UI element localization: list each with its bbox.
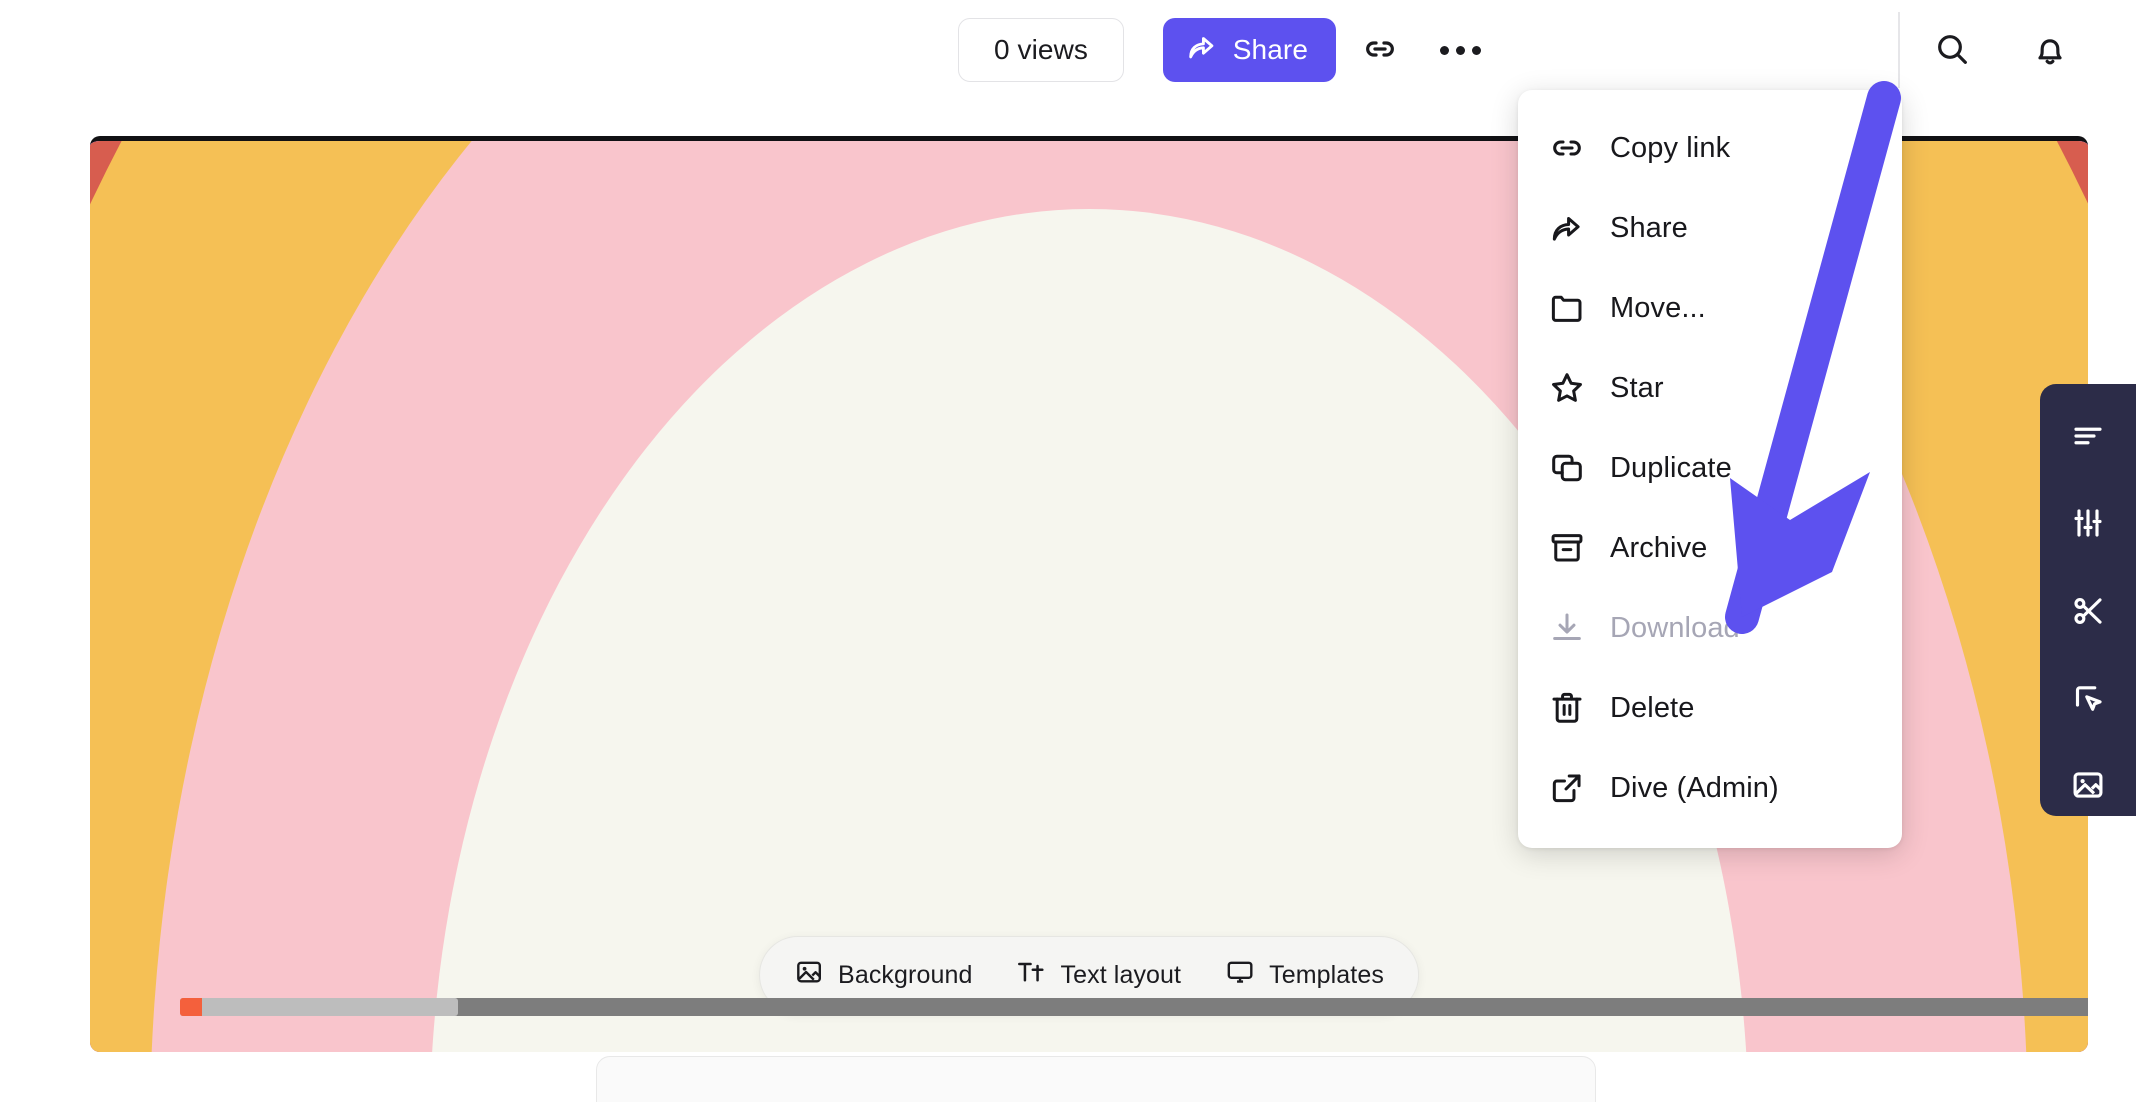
rail-image-button[interactable] bbox=[2057, 757, 2119, 816]
views-count-label: 0 views bbox=[993, 34, 1089, 65]
menu-item-label: Download bbox=[1610, 611, 1740, 644]
menu-item-duplicate[interactable]: Duplicate bbox=[1518, 428, 1902, 508]
more-horizontal-icon bbox=[1439, 45, 1481, 55]
menu-item-move[interactable]: Move... bbox=[1518, 268, 1902, 348]
menu-item-label: Delete bbox=[1610, 691, 1695, 724]
external-link-icon bbox=[1546, 769, 1588, 807]
rail-adjust-button[interactable] bbox=[2057, 495, 2119, 554]
menu-item-label: Move... bbox=[1610, 291, 1706, 324]
text-layout-tool-label: Text layout bbox=[1060, 960, 1182, 989]
archive-icon bbox=[1546, 529, 1588, 567]
menu-item-label: Star bbox=[1610, 371, 1664, 404]
bell-icon bbox=[2030, 29, 2070, 72]
link-icon bbox=[1361, 30, 1399, 71]
trash-icon bbox=[1546, 689, 1588, 727]
menu-item-label: Dive (Admin) bbox=[1610, 771, 1779, 804]
sliders-icon bbox=[2070, 505, 2106, 544]
share-arrow-icon bbox=[1546, 209, 1588, 247]
copy-link-button[interactable] bbox=[1348, 18, 1412, 82]
scrollbar-accent-marker bbox=[180, 998, 202, 1016]
image-icon bbox=[794, 957, 824, 994]
menu-item-star[interactable]: Star bbox=[1518, 348, 1902, 428]
monitor-icon bbox=[1225, 957, 1255, 994]
right-tool-rail bbox=[2040, 384, 2136, 816]
menu-item-dive-admin[interactable]: Dive (Admin) bbox=[1518, 748, 1902, 828]
link-icon bbox=[1546, 129, 1588, 167]
share-arrow-icon bbox=[1185, 30, 1219, 71]
scrollbar-thumb[interactable] bbox=[180, 998, 458, 1016]
canvas-horizontal-scrollbar[interactable] bbox=[180, 998, 2088, 1016]
download-icon bbox=[1546, 609, 1588, 647]
menu-item-download: Download bbox=[1518, 588, 1902, 668]
share-button[interactable]: Share bbox=[1162, 18, 1336, 82]
image-icon bbox=[2070, 767, 2106, 806]
duplicate-icon bbox=[1546, 449, 1588, 487]
rail-cut-button[interactable] bbox=[2057, 582, 2119, 641]
menu-item-label: Share bbox=[1610, 211, 1688, 244]
background-tool[interactable]: Background bbox=[794, 957, 972, 994]
templates-tool[interactable]: Templates bbox=[1225, 957, 1384, 994]
search-button[interactable] bbox=[1920, 18, 1984, 82]
views-counter[interactable]: 0 views bbox=[958, 18, 1124, 82]
text-layout-tool[interactable]: Text layout bbox=[1016, 957, 1181, 994]
menu-item-share[interactable]: Share bbox=[1518, 188, 1902, 268]
star-icon bbox=[1546, 369, 1588, 407]
rail-select-button[interactable] bbox=[2057, 670, 2119, 729]
context-menu: Copy link Share Move... Star Duplicate Archiv… bbox=[1518, 90, 1902, 848]
menu-item-copy-link[interactable]: Copy link bbox=[1518, 108, 1902, 188]
select-cursor-icon bbox=[2070, 680, 2106, 719]
menu-item-archive[interactable]: Archive bbox=[1518, 508, 1902, 588]
templates-tool-label: Templates bbox=[1269, 960, 1384, 989]
menu-item-label: Copy link bbox=[1610, 131, 1731, 164]
rail-text-align-button[interactable] bbox=[2057, 408, 2119, 467]
menu-item-label: Duplicate bbox=[1610, 451, 1732, 484]
app-root: 0 views Share Background Text layout Tem… bbox=[0, 0, 2136, 1102]
share-button-label: Share bbox=[1232, 34, 1308, 65]
menu-item-label: Archive bbox=[1610, 531, 1708, 564]
background-tool-label: Background bbox=[838, 960, 973, 989]
more-options-button[interactable] bbox=[1428, 18, 1492, 82]
text-format-icon bbox=[1016, 957, 1046, 994]
notifications-button[interactable] bbox=[2018, 18, 2082, 82]
below-canvas-card[interactable] bbox=[596, 1056, 1596, 1102]
folder-icon bbox=[1546, 289, 1588, 327]
search-icon bbox=[1932, 29, 1972, 72]
menu-item-delete[interactable]: Delete bbox=[1518, 668, 1902, 748]
toolbar-divider bbox=[1898, 12, 1900, 88]
scissors-icon bbox=[2070, 593, 2106, 632]
text-align-icon bbox=[2070, 418, 2106, 457]
